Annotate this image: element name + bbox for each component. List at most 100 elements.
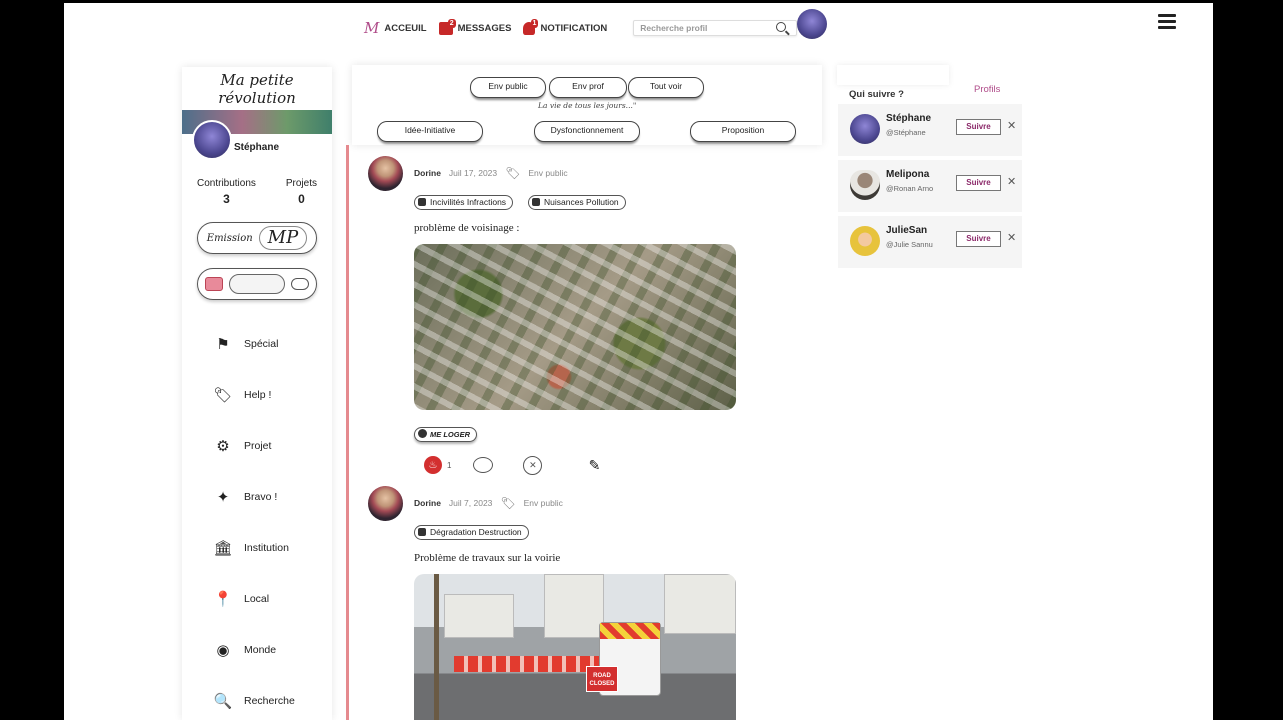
post-text: problème de voisinage :: [414, 222, 520, 234]
sidebar-item-label: Monde: [244, 643, 277, 656]
dismiss-icon[interactable]: ✕: [1007, 119, 1016, 132]
post-env: Env public: [528, 168, 568, 178]
m-logo-icon: M: [364, 19, 380, 37]
suggestion-name[interactable]: Stéphane: [886, 113, 931, 124]
sidebar-item-institution[interactable]: 🏛 Institution: [182, 522, 332, 573]
bravo-icon: ✦: [216, 488, 230, 506]
filter-dysfonctionnement[interactable]: Dysfonctionnement: [534, 121, 640, 142]
category-chip[interactable]: Incivilités Infractions: [414, 195, 514, 210]
sidebar-item-label: Recherche: [244, 694, 295, 707]
tag-icon: 🏷: [500, 496, 516, 510]
category-chip[interactable]: Nuisances Pollution: [528, 195, 626, 210]
search-placeholder: Recherche profil: [640, 23, 708, 33]
post-date: Juil 17, 2023: [448, 168, 498, 178]
right-panel-header: [837, 65, 949, 85]
search-input[interactable]: Recherche profil: [633, 20, 798, 36]
post-author-avatar[interactable]: [368, 156, 403, 191]
profile-name: Stéphane: [234, 141, 280, 153]
comment-icon[interactable]: [473, 457, 494, 473]
notification-count: 1: [530, 18, 539, 28]
close-icon[interactable]: ✕: [523, 455, 543, 475]
sidebar-item-monde[interactable]: ◉ Monde: [182, 624, 332, 675]
user-avatar[interactable]: [797, 9, 827, 39]
left-sidebar: Ma petite révolution Stéphane Contributi…: [182, 67, 332, 720]
post-author[interactable]: Dorine: [414, 498, 441, 508]
badge-label: ME LOGER: [430, 430, 471, 439]
follow-button[interactable]: Suivre: [956, 175, 1001, 191]
search-icon: 🔍: [213, 692, 233, 710]
dismiss-icon[interactable]: ✕: [1007, 231, 1016, 244]
link-icon[interactable]: [229, 274, 285, 294]
suggestion-name[interactable]: JulieSan: [886, 225, 927, 236]
road-closed-sign: ROAD CLOSED: [586, 666, 618, 692]
sidebar-item-help[interactable]: 🏷 Help !: [182, 369, 332, 420]
building: [664, 574, 736, 634]
hamburger-menu-icon[interactable]: [1158, 14, 1176, 29]
book-icon[interactable]: [205, 277, 223, 291]
nav-accueil-label: ACCEUIL: [384, 22, 427, 34]
me-loger-badge[interactable]: ME LOGER: [414, 427, 478, 442]
stat-contributions[interactable]: Contributions 3: [197, 178, 256, 206]
cloud-icon[interactable]: [291, 278, 309, 290]
fire-reaction-icon[interactable]: ♨: [424, 456, 442, 474]
sidebar-item-special[interactable]: ⚑ Spécial: [182, 318, 332, 369]
who-to-follow-title: Qui suivre ?: [849, 89, 904, 100]
profile-stats: Contributions 3 Projets 0: [182, 178, 332, 206]
sidebar-item-label: Help !: [244, 388, 272, 401]
category-label: Incivilités Infractions: [430, 197, 507, 207]
filter-idee-initiative[interactable]: Idée-Initiative: [377, 121, 483, 142]
utility-pole: [434, 574, 439, 720]
special-icon: ⚑: [216, 335, 230, 353]
brand-title[interactable]: Ma petite révolution: [182, 67, 332, 107]
suggestion-card: Stéphane @Stéphane Suivre ✕: [838, 104, 1022, 156]
post-author-avatar[interactable]: [368, 486, 403, 521]
suggestion-name[interactable]: Melipona: [886, 169, 929, 180]
stat-projects[interactable]: Projets 0: [286, 178, 317, 206]
filter-tout-voir[interactable]: Tout voir: [628, 77, 704, 98]
suggestion-avatar[interactable]: [850, 170, 880, 200]
post-image-aerial-neighborhood[interactable]: [414, 244, 736, 410]
suggestion-card: Melipona @Ronan Arno Suivre ✕: [838, 160, 1022, 212]
suggestion-avatar[interactable]: [850, 226, 880, 256]
emission-button[interactable]: Emission MP: [197, 222, 317, 254]
post-image-roadworks[interactable]: ROAD CLOSED: [414, 574, 736, 720]
suggestion-card: JulieSan @Julie Sannu Suivre ✕: [838, 216, 1022, 268]
tools-toggle[interactable]: [197, 268, 317, 300]
nav-messages[interactable]: 2 MESSAGES: [438, 18, 511, 35]
help-tag-icon: 🏷: [213, 386, 233, 404]
sidebar-menu: ⚑ Spécial 🏷 Help ! ⚙ Projet ✦ Bravo ! 🏛 Insti…: [182, 318, 332, 720]
search-icon[interactable]: [776, 22, 787, 32]
sidebar-item-bravo[interactable]: ✦ Bravo !: [182, 471, 332, 522]
messages-count: 2: [447, 18, 456, 28]
post-author[interactable]: Dorine: [414, 168, 441, 178]
nav-notification[interactable]: 1 NOTIFICATION: [523, 18, 607, 35]
category-chip[interactable]: Dégradation Destruction: [414, 525, 529, 540]
profiles-link[interactable]: Profils: [974, 84, 1000, 95]
profile-row: Stéphane: [182, 120, 332, 160]
bell-icon: 1: [523, 18, 539, 35]
post-date: Juil 7, 2023: [448, 498, 493, 508]
house-icon: [418, 429, 427, 438]
filter-env-prof[interactable]: Env prof: [549, 77, 627, 98]
post-header: Dorine Juil 7, 2023 🏷 Env public: [414, 496, 563, 510]
sidebar-avatar[interactable]: [192, 120, 232, 160]
book-icon: [418, 528, 426, 536]
dismiss-icon[interactable]: ✕: [1007, 175, 1016, 188]
suggestion-avatar[interactable]: [850, 114, 880, 144]
sidebar-item-label: Local: [244, 592, 270, 605]
contributions-label: Contributions: [196, 178, 256, 189]
sidebar-item-projet[interactable]: ⚙ Projet: [182, 420, 332, 471]
edit-pencil-icon[interactable]: ✎: [584, 455, 604, 475]
building: [444, 594, 514, 638]
sidebar-item-local[interactable]: 📍 Local: [182, 573, 332, 624]
filter-proposition[interactable]: Proposition: [690, 121, 796, 142]
follow-button[interactable]: Suivre: [956, 231, 1001, 247]
suggestion-handle: @Stéphane: [886, 128, 926, 137]
tagline: La vie de tous les jours...": [538, 101, 637, 110]
nav-accueil[interactable]: M ACCEUIL: [364, 19, 427, 37]
post: Dorine Juil 7, 2023 🏷 Env public Dégrada…: [364, 486, 736, 720]
filter-env-public[interactable]: Env public: [470, 77, 546, 98]
tag-icon: 🏷: [505, 166, 521, 180]
follow-button[interactable]: Suivre: [956, 119, 1001, 135]
sidebar-item-recherche[interactable]: 🔍 Recherche: [182, 675, 332, 720]
